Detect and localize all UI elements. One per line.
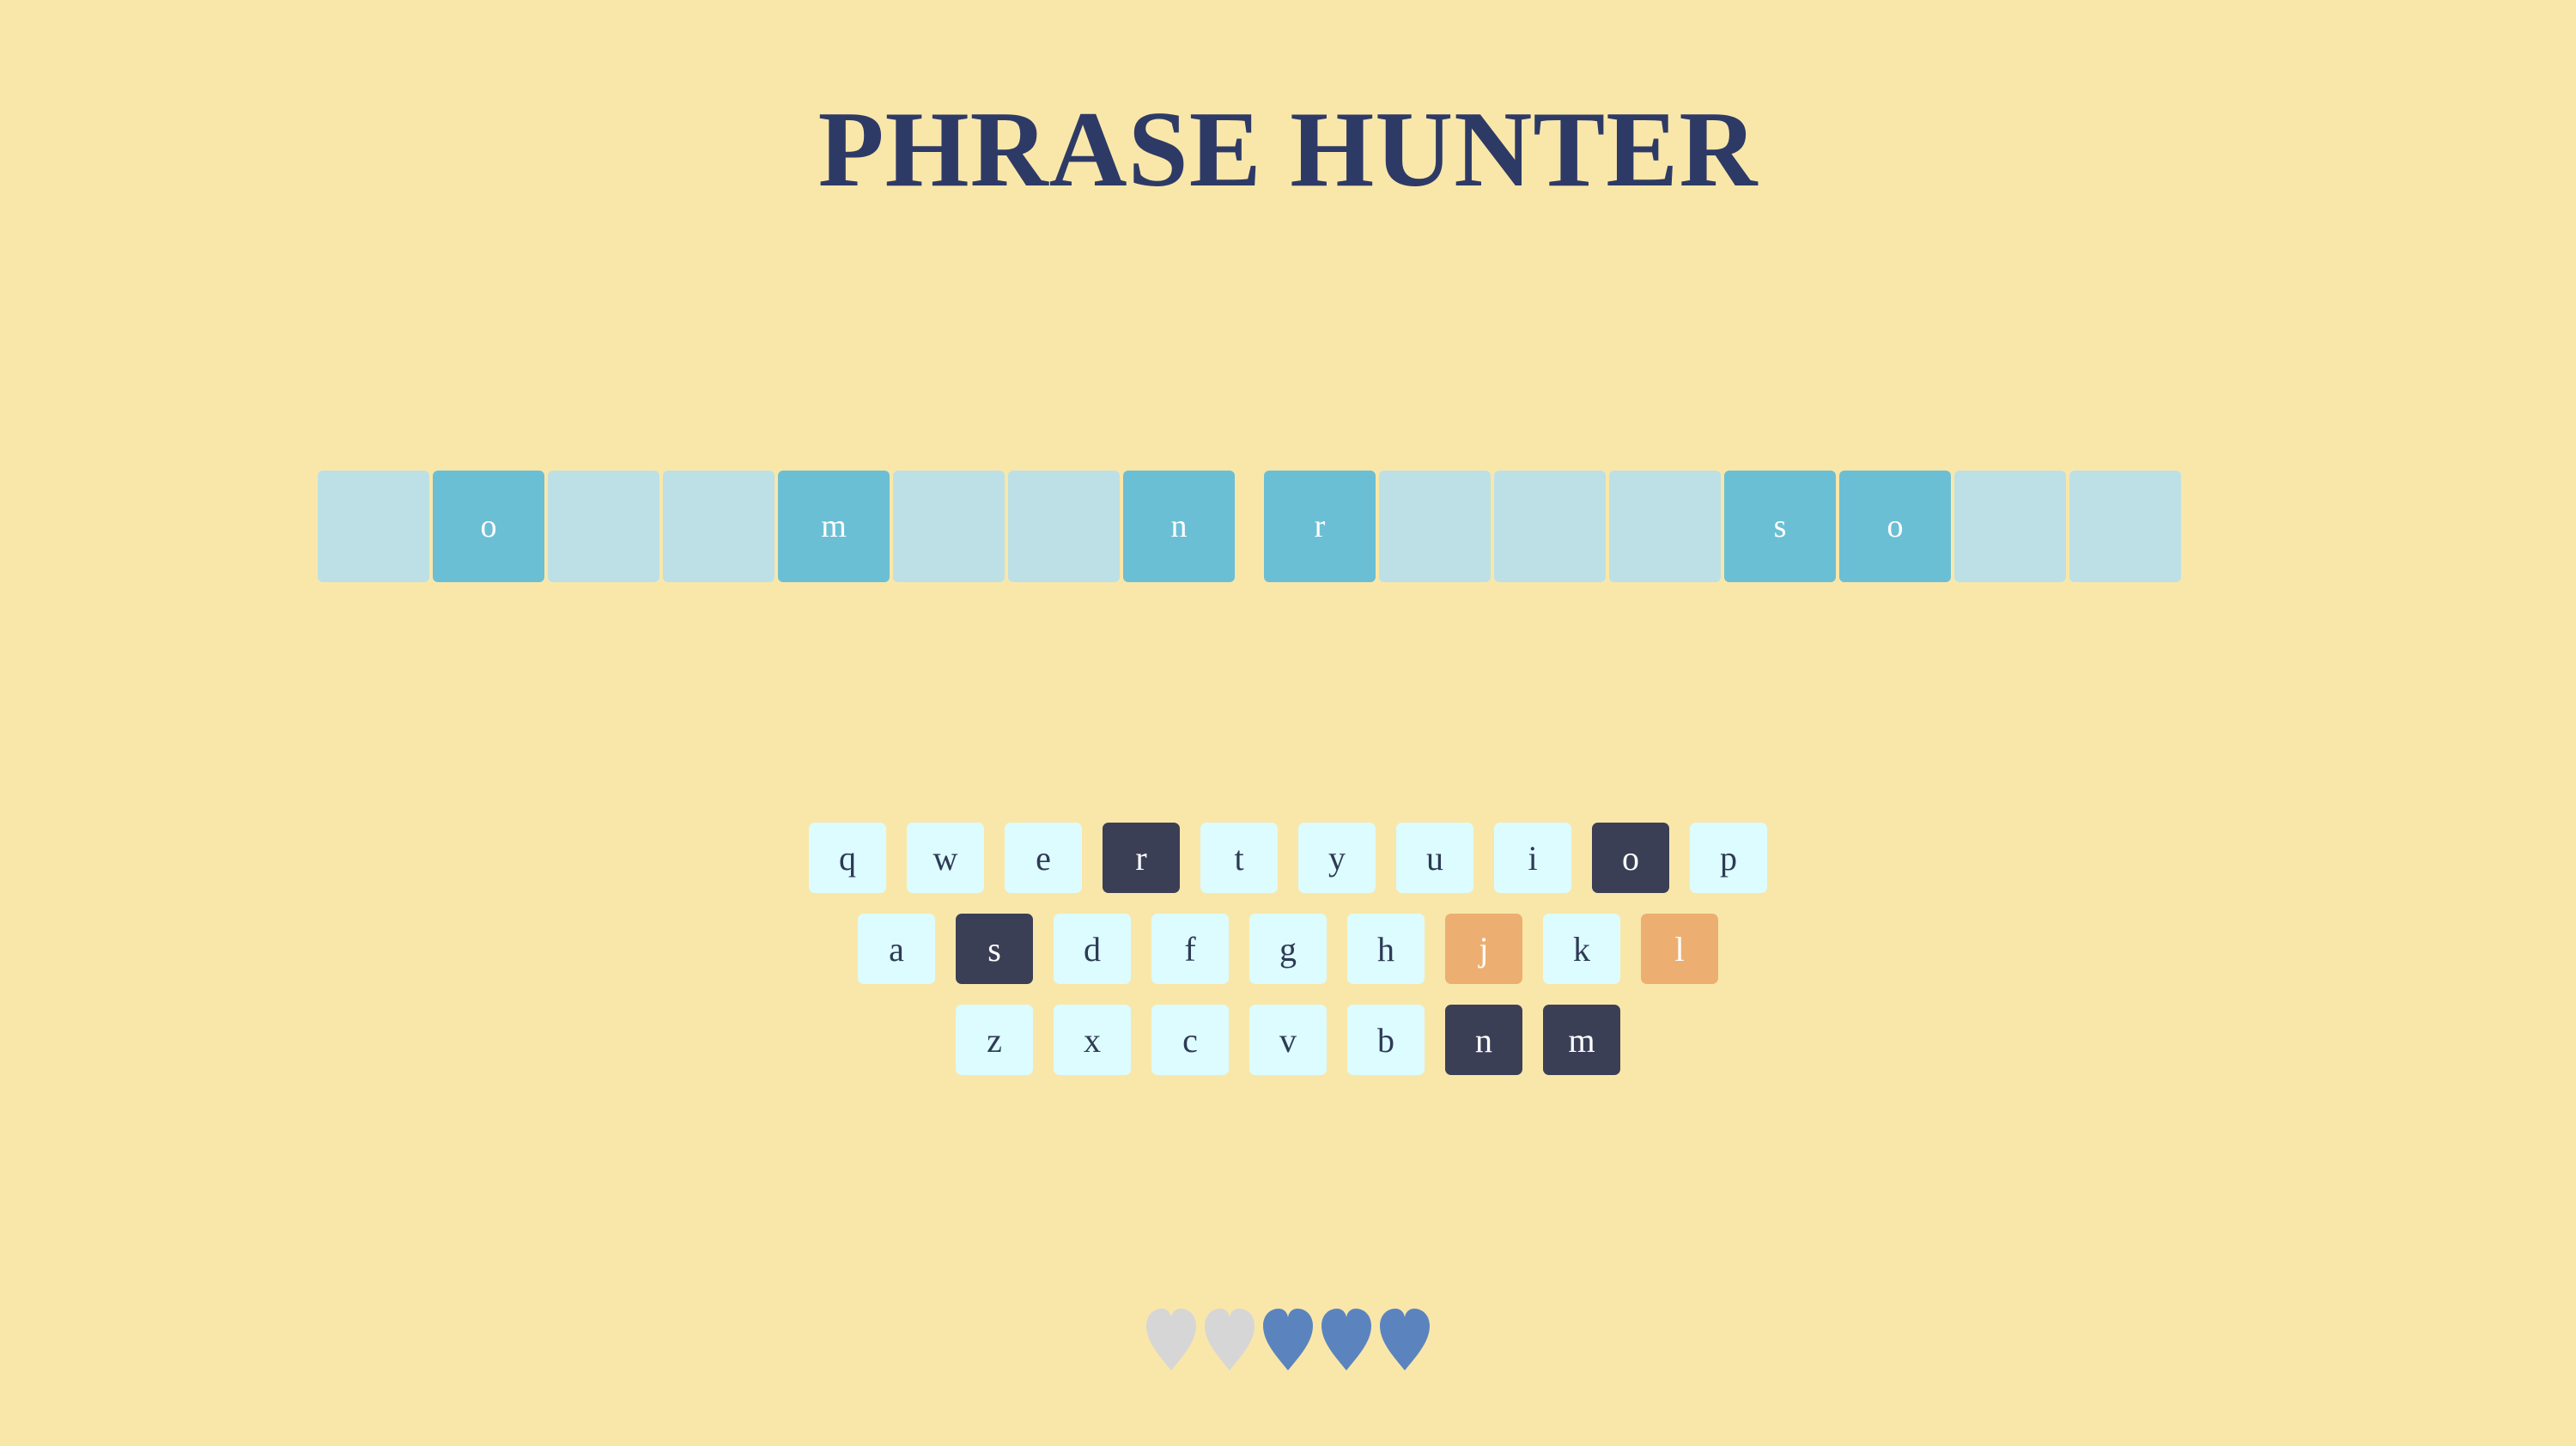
tile-letter: r bbox=[1314, 508, 1326, 544]
key-v[interactable]: v bbox=[1249, 1005, 1327, 1075]
tile-letter: n bbox=[1170, 508, 1188, 544]
heart-lost-icon bbox=[1203, 1307, 1256, 1376]
letter-tile-revealed: n bbox=[1123, 471, 1235, 582]
key-q[interactable]: q bbox=[809, 823, 886, 893]
key-h[interactable]: h bbox=[1347, 914, 1425, 984]
key-s[interactable]: s bbox=[956, 914, 1033, 984]
lives-scoreboard bbox=[0, 1307, 2576, 1376]
key-m[interactable]: m bbox=[1543, 1005, 1620, 1075]
keyboard-row: zxcvbnm bbox=[0, 1005, 2576, 1075]
key-w[interactable]: w bbox=[907, 823, 984, 893]
key-i[interactable]: i bbox=[1494, 823, 1571, 893]
key-e[interactable]: e bbox=[1005, 823, 1082, 893]
heart-live-icon bbox=[1261, 1307, 1315, 1376]
heart-lost-icon bbox=[1145, 1307, 1198, 1376]
key-p[interactable]: p bbox=[1690, 823, 1767, 893]
tile-letter: o bbox=[480, 508, 497, 544]
key-c[interactable]: c bbox=[1151, 1005, 1229, 1075]
key-t[interactable]: t bbox=[1200, 823, 1278, 893]
key-b[interactable]: b bbox=[1347, 1005, 1425, 1075]
key-a[interactable]: a bbox=[858, 914, 935, 984]
letter-tile-hidden bbox=[318, 471, 429, 582]
letter-tile-hidden bbox=[1609, 471, 1721, 582]
key-z[interactable]: z bbox=[956, 1005, 1033, 1075]
heart-live-icon bbox=[1378, 1307, 1431, 1376]
letter-tile-revealed: m bbox=[778, 471, 890, 582]
letter-tile-revealed: o bbox=[433, 471, 544, 582]
key-y[interactable]: y bbox=[1298, 823, 1376, 893]
letter-tile-hidden bbox=[2069, 471, 2181, 582]
key-n[interactable]: n bbox=[1445, 1005, 1522, 1075]
letter-tile-hidden bbox=[1379, 471, 1491, 582]
letter-tile-hidden bbox=[1954, 471, 2066, 582]
tile-letter: m bbox=[821, 508, 847, 544]
letter-tile-hidden bbox=[663, 471, 775, 582]
letter-tile-hidden bbox=[1008, 471, 1120, 582]
phrase-word: omn bbox=[318, 471, 1235, 582]
tile-letter: o bbox=[1886, 508, 1904, 544]
on-screen-keyboard: qwertyuiop asdfghjkl zxcvbnm bbox=[0, 823, 2576, 1096]
key-o[interactable]: o bbox=[1592, 823, 1669, 893]
key-x[interactable]: x bbox=[1054, 1005, 1131, 1075]
key-f[interactable]: f bbox=[1151, 914, 1229, 984]
letter-tile-hidden bbox=[893, 471, 1005, 582]
letter-tile-revealed: s bbox=[1724, 471, 1836, 582]
letter-tile-hidden bbox=[548, 471, 659, 582]
game-title: PHRASE HUNTER bbox=[817, 90, 1759, 210]
key-k[interactable]: k bbox=[1543, 914, 1620, 984]
phrase-word: rso bbox=[1264, 471, 2181, 582]
keyboard-row: qwertyuiop bbox=[0, 823, 2576, 893]
key-l[interactable]: l bbox=[1641, 914, 1718, 984]
key-u[interactable]: u bbox=[1396, 823, 1473, 893]
heart-live-icon bbox=[1320, 1307, 1373, 1376]
game-screen: PHRASE HUNTER omnrso qwertyuiopasdfghjkl… bbox=[0, 0, 2576, 1446]
key-r[interactable]: r bbox=[1103, 823, 1180, 893]
tile-letter: s bbox=[1773, 508, 1787, 544]
key-d[interactable]: d bbox=[1054, 914, 1131, 984]
letter-tile-revealed: r bbox=[1264, 471, 1376, 582]
letter-tile-revealed: o bbox=[1839, 471, 1951, 582]
keyboard-row: asdfghjkl bbox=[0, 914, 2576, 984]
key-g[interactable]: g bbox=[1249, 914, 1327, 984]
letter-tile-hidden bbox=[1494, 471, 1606, 582]
key-j[interactable]: j bbox=[1445, 914, 1522, 984]
phrase-board: omnrso bbox=[318, 471, 2181, 582]
